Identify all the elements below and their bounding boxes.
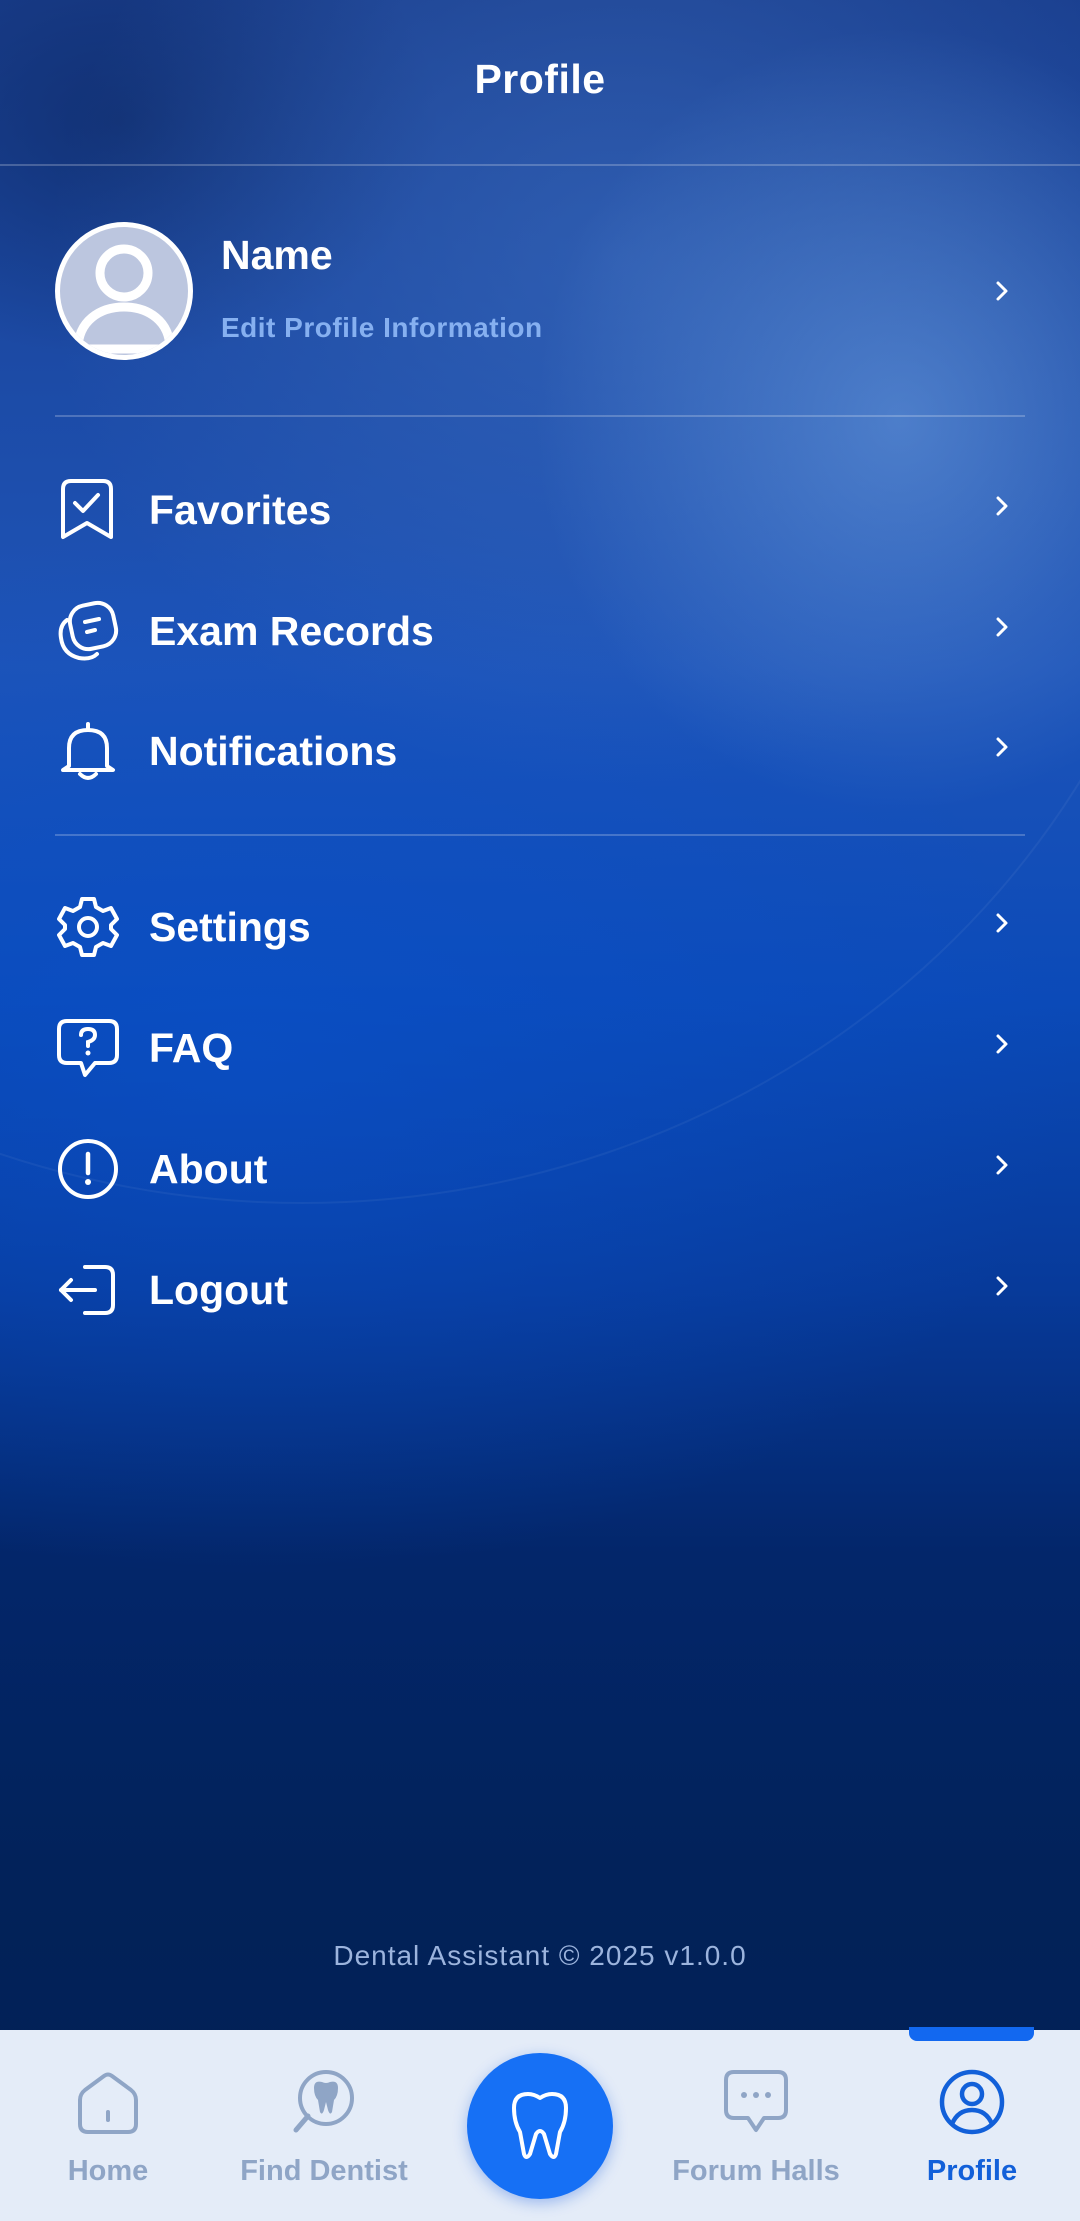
question-bubble-icon [57,1019,119,1077]
menu-item-about[interactable]: About [55,1114,1025,1214]
profile-name: Name [221,232,333,278]
chevron-right-icon [996,496,1008,516]
tab-forum-halls[interactable]: Forum Halls [648,2030,864,2221]
profile-screen: Profile Name Edit Profile Information Fa… [0,0,1080,2221]
gear-icon [57,897,119,957]
tab-profile[interactable]: Profile [864,2030,1080,2221]
divider [55,834,1025,836]
chevron-right-icon [996,1155,1008,1175]
menu-label: Settings [149,904,311,950]
menu-item-logout[interactable]: Logout [55,1235,1025,1335]
tab-label: Forum Halls [672,2155,840,2187]
tab-find-dentist[interactable]: Find Dentist [216,2030,432,2221]
user-avatar-icon [73,244,175,354]
logout-icon [59,1265,115,1315]
bell-icon [61,722,115,780]
chevron-right-icon [996,737,1008,757]
edit-profile-link[interactable]: Edit Profile Information [221,312,543,344]
menu-item-favorites[interactable]: Favorites [55,455,1025,555]
avatar [55,222,193,360]
divider [55,415,1025,417]
chevron-right-icon [996,1034,1008,1054]
menu-item-exam-records[interactable]: Exam Records [55,576,1025,676]
menu-item-faq[interactable]: FAQ [55,993,1025,1093]
profile-card[interactable]: Name Edit Profile Information [55,220,1025,364]
tab-label: Home [67,2155,149,2187]
page-title: Profile [474,56,606,102]
menu-label: Notifications [149,728,398,774]
menu-label: About [149,1146,268,1192]
menu-label: Exam Records [149,608,434,654]
menu-item-notifications[interactable]: Notifications [55,696,1025,796]
records-icon [58,600,119,661]
tab-label: Find Dentist [240,2155,408,2187]
menu-item-settings[interactable]: Settings [55,872,1025,972]
home-icon [78,2072,138,2134]
active-tab-indicator [909,2027,1034,2041]
find-dentist-icon [293,2070,354,2133]
menu-label: FAQ [149,1025,234,1071]
chevron-right-icon [996,281,1008,301]
info-icon [58,1139,118,1199]
tab-home[interactable]: Home [0,2030,216,2221]
chat-bubble-icon [724,2070,788,2132]
menu-label: Logout [149,1267,288,1313]
dental-assistant-button[interactable] [467,2053,613,2199]
app-header: Profile [0,0,1080,166]
tooth-icon [512,2092,568,2159]
menu-label: Favorites [149,487,332,533]
user-circle-icon [939,2069,1005,2135]
tab-label: Profile [926,2155,1018,2187]
chevron-right-icon [996,617,1008,637]
app-version-footer: Dental Assistant © 2025 v1.0.0 [333,1940,747,1971]
chevron-right-icon [996,1276,1008,1296]
chevron-right-icon [996,913,1008,933]
bookmark-check-icon [61,479,113,539]
